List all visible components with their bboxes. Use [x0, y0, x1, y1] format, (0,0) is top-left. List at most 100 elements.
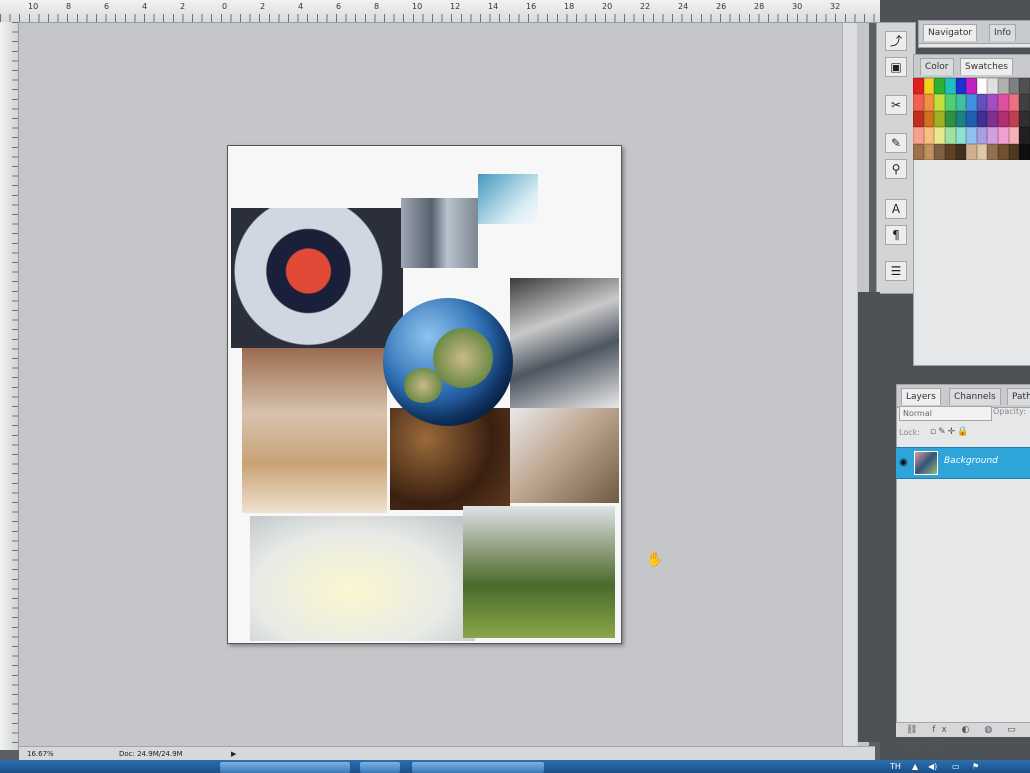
swatch[interactable] [913, 94, 924, 111]
swatch[interactable] [944, 94, 956, 111]
tab-info[interactable]: Info [989, 24, 1017, 41]
taskbar-window[interactable] [220, 762, 350, 773]
swatch[interactable] [1019, 78, 1030, 95]
swatch[interactable] [966, 110, 977, 128]
swatch[interactable] [1008, 94, 1020, 111]
swatch[interactable] [923, 127, 935, 144]
swatch[interactable] [1019, 127, 1030, 144]
swatch[interactable] [987, 78, 999, 95]
swatch[interactable] [934, 143, 945, 160]
swatch[interactable] [934, 78, 945, 95]
swatch[interactable] [976, 127, 988, 144]
lock-icons[interactable]: ▫✎✛🔒 [930, 427, 970, 437]
vertical-scrollbar[interactable] [842, 23, 857, 746]
swatch[interactable] [1008, 78, 1020, 95]
swatch[interactable] [913, 78, 924, 95]
taskbar-window[interactable] [360, 762, 400, 773]
swatch[interactable] [955, 110, 967, 128]
swatch[interactable] [987, 143, 999, 160]
swatch[interactable] [987, 94, 999, 111]
swatch[interactable] [976, 94, 988, 111]
eye-icon[interactable]: ◉ [899, 457, 908, 468]
history-brush-icon[interactable]: ⤴ [885, 31, 907, 51]
swatch[interactable] [955, 127, 967, 144]
layers-comp-icon[interactable]: ☰ [885, 261, 907, 281]
status-arrow-icon[interactable]: ▶ [231, 747, 236, 761]
swatch[interactable] [966, 127, 977, 144]
tab-channels[interactable]: Channels [949, 388, 1001, 405]
lock-label: Lock: [899, 428, 920, 437]
swatch[interactable] [934, 110, 945, 128]
swatch[interactable] [987, 127, 999, 144]
swatch[interactable] [913, 127, 924, 144]
swatch[interactable] [944, 143, 956, 160]
crop-icon[interactable]: ✂ [885, 95, 907, 115]
document-canvas[interactable] [227, 145, 622, 644]
brush-icon[interactable]: ✎ [885, 133, 907, 153]
swatch[interactable] [944, 127, 956, 144]
network-icon[interactable]: ▭ [952, 760, 960, 773]
tab-layers[interactable]: Layers [901, 388, 941, 405]
swatch[interactable] [976, 143, 988, 160]
tab-swatches[interactable]: Swatches [960, 58, 1013, 75]
swatch[interactable] [923, 110, 935, 128]
type-icon[interactable]: A [885, 199, 907, 219]
swatch[interactable] [1008, 110, 1020, 128]
blend-mode-select[interactable]: Normal [899, 406, 992, 421]
tray-arrow-icon[interactable]: ▲ [912, 760, 918, 773]
swatch[interactable] [998, 94, 1009, 111]
taskbar-window[interactable] [412, 762, 544, 773]
tab-color[interactable]: Color [920, 58, 954, 75]
swatch[interactable] [955, 94, 967, 111]
stamp-icon[interactable]: ⚲ [885, 159, 907, 179]
ruler-mark: 4 [298, 2, 304, 11]
swatch[interactable] [976, 110, 988, 128]
ruler-mark: 8 [374, 2, 380, 11]
swatch[interactable] [966, 143, 977, 160]
layer-row-background[interactable]: ◉ Background [896, 447, 1030, 479]
swatch[interactable] [976, 78, 988, 95]
vertical-ruler[interactable] [0, 22, 19, 750]
swatch[interactable] [998, 143, 1009, 160]
swatch[interactable] [998, 110, 1009, 128]
swatch[interactable] [1019, 143, 1030, 160]
globe-land [433, 328, 493, 388]
swatch[interactable] [998, 78, 1009, 95]
ruler-mark: 4 [142, 2, 148, 11]
swatch[interactable] [1019, 94, 1030, 111]
swatch[interactable] [998, 127, 1009, 144]
ruler-mark: 6 [336, 2, 342, 11]
language-indicator[interactable]: TH [890, 760, 901, 773]
tab-navigator[interactable]: Navigator [923, 24, 978, 41]
volume-icon[interactable]: ◀) [928, 760, 937, 773]
ruler-mark: 12 [450, 2, 461, 11]
horizontal-ruler[interactable]: 10 8 6 4 2 0 2 4 6 8 10 12 14 16 18 20 2… [0, 0, 880, 23]
swatch[interactable] [923, 143, 935, 160]
swatch[interactable] [913, 143, 924, 160]
swatch[interactable] [966, 78, 977, 95]
zoom-level[interactable]: 16.67% [27, 747, 54, 761]
swatch[interactable] [955, 143, 967, 160]
swatch[interactable] [944, 110, 956, 128]
dock-gutter [858, 292, 880, 742]
swatch[interactable] [944, 78, 956, 95]
paragraph-icon[interactable]: ¶ [885, 225, 907, 245]
swatch[interactable] [934, 127, 945, 144]
swatch[interactable] [923, 94, 935, 111]
flag-icon[interactable]: ⚑ [972, 760, 979, 773]
swatch[interactable] [966, 94, 977, 111]
doc-size: Doc: 24.9M/24.9M [119, 750, 183, 758]
swatch[interactable] [934, 94, 945, 111]
swatch-grid[interactable] [913, 78, 1030, 160]
layer-thumbnail [914, 451, 938, 475]
swatch[interactable] [913, 110, 924, 128]
frame-icon[interactable]: ▣ [885, 57, 907, 77]
swatch[interactable] [1019, 110, 1030, 128]
tab-paths[interactable]: Paths [1007, 388, 1030, 405]
swatch[interactable] [955, 78, 967, 95]
swatch[interactable] [987, 110, 999, 128]
swatch[interactable] [1008, 143, 1020, 160]
swatch[interactable] [1008, 127, 1020, 144]
swatch[interactable] [923, 78, 935, 95]
navigator-panel: Navigator Info [918, 20, 1030, 48]
